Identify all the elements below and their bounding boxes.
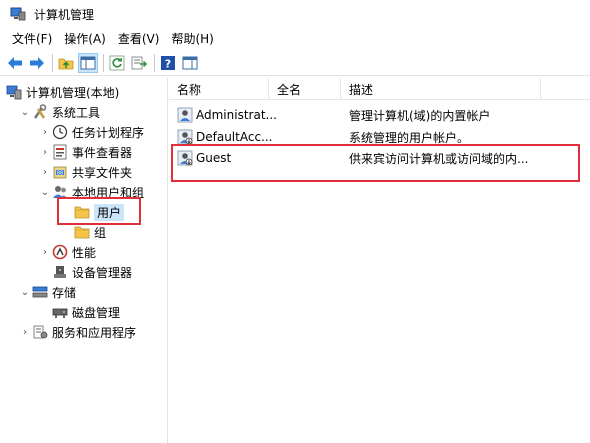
device-manager-icon <box>52 264 68 280</box>
up-level-button[interactable] <box>56 53 76 73</box>
tree-label: 共享文件夹 <box>72 165 133 180</box>
chevron-right-icon[interactable]: › <box>38 162 52 182</box>
user-name: Guest <box>196 151 232 165</box>
tree-label: 磁盘管理 <box>72 305 121 320</box>
tree-label: 任务计划程序 <box>72 125 145 140</box>
menu-view[interactable]: 查看(V) <box>112 30 166 47</box>
tree-label: 服务和应用程序 <box>52 325 137 340</box>
user-disabled-icon <box>177 129 193 145</box>
chevron-right-icon[interactable]: › <box>18 322 32 342</box>
tree-item-task-scheduler[interactable]: › 任务计划程序 <box>38 122 144 142</box>
user-name: Administrat... <box>196 108 277 122</box>
back-button[interactable] <box>5 53 25 73</box>
folder-icon <box>74 224 90 240</box>
local-users-groups-icon <box>52 184 68 200</box>
show-hide-tree-button[interactable] <box>78 52 98 73</box>
tree-label: 计算机管理(本地) <box>26 85 120 100</box>
tools-icon <box>32 104 48 120</box>
user-list: 名称 全名 描述 Administrat... 管理计算机(域)的内置帐户 De… <box>169 78 590 443</box>
tree-label: 系统工具 <box>52 105 101 120</box>
refresh-button[interactable] <box>107 53 127 73</box>
user-name: DefaultAcc... <box>196 130 273 144</box>
table-row-administrator[interactable]: Administrat... 管理计算机(域)的内置帐户 <box>169 105 590 125</box>
performance-icon <box>52 244 68 260</box>
cell-description: 管理计算机(域)的内置帐户 <box>349 108 491 123</box>
title-bar: 计算机管理 <box>0 0 590 28</box>
back-arrow-icon <box>8 56 22 69</box>
forward-button[interactable] <box>27 53 47 73</box>
tree-label: 性能 <box>72 245 97 260</box>
svg-text:?: ? <box>165 57 171 70</box>
shared-folder-icon: 88 <box>52 164 68 180</box>
tree-label: 存储 <box>52 285 77 300</box>
chevron-down-icon[interactable]: ⌄ <box>18 282 32 302</box>
help-icon: ? <box>161 55 175 70</box>
toolbar-separator <box>103 53 104 72</box>
help-button[interactable]: ? <box>158 53 178 73</box>
properties-view-icon <box>182 56 198 69</box>
cell-description: 供来宾访问计算机或访问域的内... <box>349 151 529 166</box>
cell-fullname <box>277 148 337 168</box>
chevron-down-icon[interactable]: ⌄ <box>38 182 52 202</box>
tree-label: 组 <box>94 225 107 240</box>
computer-management-icon <box>10 7 26 21</box>
tree-item-services-applications[interactable]: › 服务和应用程序 <box>18 322 136 342</box>
toolbar-separator <box>52 53 53 72</box>
table-row-defaultaccount[interactable]: DefaultAcc... 系统管理的用户帐户。 <box>169 127 590 147</box>
list-header: 名称 全名 描述 <box>169 78 590 100</box>
disk-management-icon <box>52 304 68 320</box>
tree-label: 事件查看器 <box>72 145 133 160</box>
tree-item-storage[interactable]: ⌄ 存储 <box>18 282 76 302</box>
chevron-right-icon[interactable]: › <box>38 242 52 262</box>
user-icon <box>177 107 193 123</box>
menu-file[interactable]: 文件(F) <box>6 30 58 47</box>
user-disabled-icon <box>177 150 193 166</box>
tree-label: 设备管理器 <box>72 265 133 280</box>
export-list-button[interactable] <box>129 53 149 73</box>
tree-item-local-users-groups[interactable]: ⌄ 本地用户和组 <box>38 182 144 202</box>
tree-item-users[interactable]: 用户 <box>74 202 125 222</box>
export-list-icon <box>131 56 147 69</box>
cell-fullname <box>277 105 337 125</box>
chevron-right-icon[interactable]: › <box>38 142 52 162</box>
tree-item-performance[interactable]: › 性能 <box>38 242 96 262</box>
toolbar: ? <box>0 50 590 76</box>
folder-icon <box>74 204 90 220</box>
event-viewer-icon <box>52 144 68 160</box>
table-row-guest[interactable]: Guest 供来宾访问计算机或访问域的内... <box>169 148 590 168</box>
tree-item-computer-management[interactable]: 计算机管理(本地) <box>6 82 119 102</box>
menu-help[interactable]: 帮助(H) <box>165 30 219 47</box>
clock-icon <box>52 124 68 140</box>
menu-bar: 文件(F) 操作(A) 查看(V) 帮助(H) <box>0 28 590 48</box>
column-header-description[interactable]: 描述 <box>341 78 541 100</box>
tree-label: 本地用户和组 <box>72 185 145 200</box>
column-header-fullname[interactable]: 全名 <box>269 78 341 100</box>
tree-item-disk-management[interactable]: 磁盘管理 <box>52 302 120 322</box>
svg-text:88: 88 <box>57 171 63 177</box>
tree-label: 用户 <box>94 203 125 221</box>
cell-description: 系统管理的用户帐户。 <box>349 130 470 145</box>
cell-fullname <box>277 127 337 147</box>
toolbar-separator <box>154 53 155 72</box>
chevron-down-icon[interactable]: ⌄ <box>18 102 32 122</box>
tree-item-groups[interactable]: 组 <box>74 222 106 242</box>
show-hide-tree-icon <box>80 56 96 69</box>
tree-item-system-tools[interactable]: ⌄ 系统工具 <box>18 102 100 122</box>
up-folder-icon <box>58 58 74 69</box>
properties-view-button[interactable] <box>180 53 200 73</box>
column-header-name[interactable]: 名称 <box>169 78 269 100</box>
computer-management-icon <box>6 84 22 100</box>
window-title: 计算机管理 <box>34 7 95 22</box>
tree-item-device-manager[interactable]: 设备管理器 <box>52 262 132 282</box>
navigation-tree: 计算机管理(本地) ⌄ 系统工具 › 任务计划程序 › 事件查看器 › 88 共… <box>0 78 168 443</box>
storage-icon <box>32 284 48 300</box>
tree-item-shared-folders[interactable]: › 88 共享文件夹 <box>38 162 132 182</box>
refresh-icon <box>109 55 125 70</box>
menu-action[interactable]: 操作(A) <box>58 30 112 47</box>
chevron-right-icon[interactable]: › <box>38 122 52 142</box>
services-icon <box>32 324 48 340</box>
forward-arrow-icon <box>30 56 44 69</box>
tree-item-event-viewer[interactable]: › 事件查看器 <box>38 142 132 162</box>
